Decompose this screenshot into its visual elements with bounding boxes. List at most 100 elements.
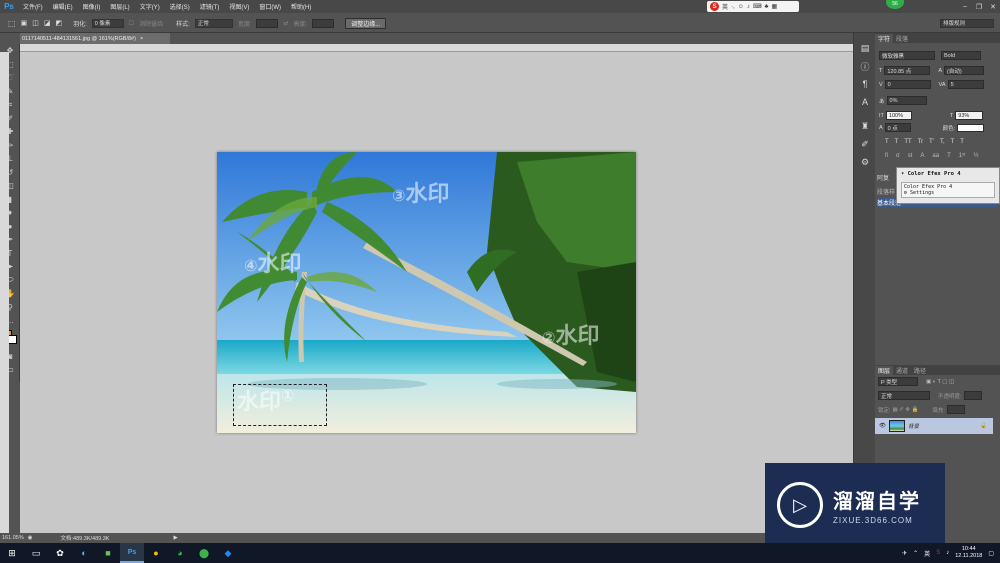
paragraph-icon[interactable]: ¶ — [854, 75, 876, 93]
tracking-input[interactable]: 5 — [947, 80, 984, 89]
chrome-icon[interactable]: ● — [144, 543, 168, 563]
ime-toolbar[interactable]: S 英 ·, ☺ ♪ ⌨ ♣ ▦ — [707, 1, 799, 12]
restore-icon[interactable]: ❐ — [972, 0, 986, 13]
start-icon[interactable]: ⊞ — [0, 543, 24, 563]
font-size-input[interactable]: 120.85 点 — [884, 66, 931, 75]
small-caps-button[interactable]: Tr — [918, 139, 923, 145]
emoji-icon[interactable]: ☺ — [738, 4, 744, 10]
underline-button[interactable]: T — [951, 139, 955, 145]
baseline-input[interactable]: 0 点 — [884, 123, 911, 132]
vertical-scale-input[interactable]: 100% — [885, 111, 912, 120]
menu-layer[interactable]: 图层(L) — [105, 2, 134, 11]
menu-edit[interactable]: 编辑(E) — [48, 2, 78, 11]
app-icon-blue[interactable]: ◆ — [216, 543, 240, 563]
tab-character[interactable]: 字符 — [875, 33, 894, 43]
subtract-selection-icon[interactable]: ◪ — [44, 19, 51, 27]
zoom-level[interactable]: 161.05% — [2, 535, 24, 541]
adjustments-icon[interactable]: ⚙ — [854, 153, 876, 171]
mic-icon[interactable]: ♪ — [747, 4, 750, 10]
tab-layers[interactable]: 图层 — [875, 365, 894, 375]
network-icon[interactable]: ✈ — [902, 550, 907, 557]
minimize-icon[interactable]: – — [958, 0, 972, 13]
width-input[interactable] — [256, 18, 279, 28]
brush-presets-icon[interactable]: ✐ — [854, 135, 876, 153]
horizontal-scale-input[interactable]: 93% — [955, 111, 984, 120]
toolbox-icon[interactable]: ▦ — [771, 3, 777, 10]
keyboard-icon[interactable]: ⌨ — [753, 3, 762, 10]
height-input[interactable] — [312, 18, 335, 28]
browser-icon[interactable]: ◐ — [72, 543, 96, 563]
opentype-1st-icon[interactable]: 1ˢᵗ — [959, 153, 966, 159]
opentype-st-icon[interactable]: st — [908, 153, 913, 159]
ime-lang[interactable]: 英 — [722, 2, 728, 11]
kerning-input[interactable]: 0 — [884, 80, 931, 89]
filter-icons[interactable]: ▣ ◐ T ▢ ◫ — [926, 379, 954, 385]
strikethrough-button[interactable]: T — [960, 139, 964, 145]
task-view-icon[interactable]: ▭ — [24, 543, 48, 563]
opacity-input[interactable] — [963, 391, 982, 400]
tab-paragraph[interactable]: 段落 — [893, 34, 911, 43]
character-icon[interactable]: A — [854, 93, 876, 111]
punctuation-icon[interactable]: ·, — [731, 4, 735, 10]
menu-select[interactable]: 选择(S) — [165, 2, 195, 11]
volume-icon[interactable]: ♪ — [946, 550, 949, 556]
menu-help[interactable]: 帮助(H) — [286, 2, 316, 11]
add-selection-icon[interactable]: ◫ — [32, 19, 39, 27]
opentype-half-icon[interactable]: ½ — [973, 153, 978, 159]
blend-mode-select[interactable]: 正常 — [878, 391, 930, 400]
tray-lang[interactable]: 英 — [924, 549, 930, 558]
photoshop-taskbar-icon[interactable]: Ps — [120, 543, 144, 563]
superscript-button[interactable]: T' — [929, 139, 934, 145]
opentype-o-icon[interactable]: σ — [896, 153, 900, 159]
all-caps-button[interactable]: TT — [904, 139, 911, 145]
subscript-button[interactable]: T, — [940, 139, 945, 145]
visibility-eye-icon[interactable]: 👁 — [879, 423, 886, 429]
app-icon-green[interactable]: ⬤ — [192, 543, 216, 563]
close-tab-icon[interactable]: × — [140, 36, 143, 42]
menu-filter[interactable]: 滤镜(T) — [195, 2, 225, 11]
actions-icon[interactable]: ♜ — [854, 117, 876, 135]
faux-italic-button[interactable]: T — [895, 139, 899, 145]
paragraph-styles-tab[interactable]: 阿复 — [877, 173, 889, 182]
fill-input[interactable] — [946, 405, 965, 414]
antialias-checkbox[interactable]: ☐ — [129, 20, 134, 27]
font-family-select[interactable]: 微软雅黑 — [879, 51, 935, 60]
workspace-select[interactable]: 排版规则 — [940, 18, 994, 28]
tab-channels[interactable]: 通道 — [893, 366, 911, 375]
leading-input[interactable]: (自动) — [944, 66, 985, 75]
style-select[interactable]: 正常 — [194, 18, 233, 28]
info-icon[interactable]: ⓘ — [854, 57, 876, 75]
color-efex-window[interactable]: ▾ Color Efex Pro 4 Color Efex Pro 4 ⚙ Se… — [896, 167, 1000, 204]
tsume-input[interactable]: 0% — [886, 96, 927, 105]
lock-icons[interactable]: ▦ ✐ ✥ 🔒 — [893, 407, 919, 413]
layer-row-background[interactable]: 👁 背景 🔒 — [875, 418, 993, 434]
opentype-t-icon[interactable]: T — [947, 153, 951, 159]
refine-edge-button[interactable]: 调整边缘... — [345, 17, 387, 29]
menu-image[interactable]: 图像(I) — [78, 2, 106, 11]
notification-icon[interactable]: ▢ — [988, 550, 994, 557]
menu-window[interactable]: 窗口(W) — [254, 2, 286, 11]
skin-icon[interactable]: ♣ — [765, 4, 769, 10]
opentype-fi-icon[interactable]: fi — [885, 153, 888, 159]
close-icon[interactable]: ✕ — [986, 0, 1000, 13]
text-color-swatch[interactable] — [957, 123, 985, 132]
marquee-selection[interactable] — [233, 384, 327, 426]
menu-file[interactable]: 文件(F) — [18, 2, 48, 11]
document-tab[interactable]: 0117140511-484131561.jpg @ 161%(RGB/8#) … — [20, 33, 170, 44]
app-icon-1[interactable]: ✿ — [48, 543, 72, 563]
opentype-aa-icon[interactable]: aa — [932, 153, 939, 159]
tab-paths[interactable]: 路径 — [911, 366, 929, 375]
swap-icon[interactable]: ⇄ — [283, 20, 288, 27]
efex-settings[interactable]: Settings — [910, 190, 934, 196]
menu-view[interactable]: 视图(V) — [224, 2, 254, 11]
clock[interactable]: 10:44 12.11.2018 — [955, 546, 982, 560]
font-style-select[interactable]: Bold — [941, 51, 981, 60]
marquee-tool-icon[interactable]: ⬚ — [8, 19, 16, 28]
tray-up-icon[interactable]: ⌃ — [913, 550, 918, 557]
history-icon[interactable]: ▤ — [854, 39, 876, 57]
status-arrow-icon[interactable]: ▶ — [173, 535, 177, 541]
wps-icon[interactable]: ■ — [96, 543, 120, 563]
faux-bold-button[interactable]: T — [885, 139, 889, 145]
wechat-icon[interactable]: ◕ — [168, 543, 192, 563]
opentype-a-icon[interactable]: A — [920, 153, 924, 159]
